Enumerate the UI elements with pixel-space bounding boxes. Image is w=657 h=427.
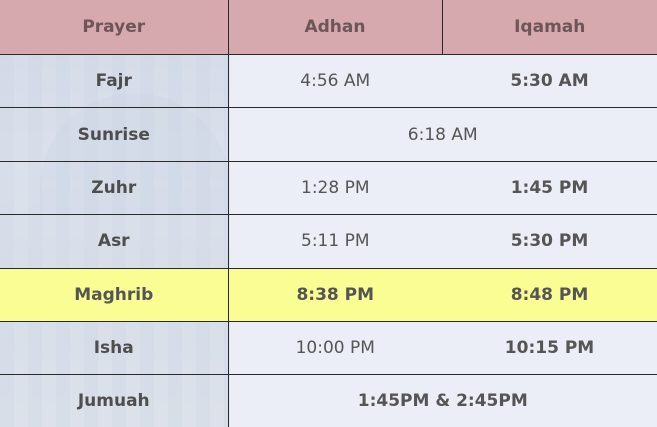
header-iqamah: Iqamah	[442, 0, 657, 55]
adhan-time: 5:11 PM	[228, 214, 442, 269]
prayer-name: Fajr	[0, 54, 229, 109]
row-sunrise: Sunrise 6:18 AM	[0, 107, 657, 162]
prayer-name: Zuhr	[0, 161, 229, 216]
row-jumuah: Jumuah 1:45PM & 2:45PM	[0, 374, 657, 427]
adhan-time: 10:00 PM	[228, 321, 442, 376]
adhan-time: 8:38 PM	[228, 268, 442, 322]
prayer-name: Maghrib	[0, 268, 229, 322]
row-asr: Asr 5:11 PM 5:30 PM	[0, 214, 657, 269]
adhan-time: 1:28 PM	[228, 161, 442, 216]
iqamah-time: 5:30 PM	[442, 214, 657, 269]
row-maghrib-highlighted: Maghrib 8:38 PM 8:48 PM	[0, 268, 657, 322]
header-adhan: Adhan	[228, 0, 443, 55]
iqamah-time: 5:30 AM	[442, 54, 657, 109]
row-zuhr: Zuhr 1:28 PM 1:45 PM	[0, 161, 657, 216]
header-prayer: Prayer	[0, 0, 229, 55]
prayer-times-table: Prayer Adhan Iqamah Fajr 4:56 AM 5:30 AM…	[0, 0, 657, 427]
prayer-name: Isha	[0, 321, 229, 376]
iqamah-time: 10:15 PM	[442, 321, 657, 376]
row-isha: Isha 10:00 PM 10:15 PM	[0, 321, 657, 376]
sunrise-time: 6:18 AM	[228, 107, 657, 162]
prayer-name: Asr	[0, 214, 229, 269]
adhan-time: 4:56 AM	[228, 54, 442, 109]
prayer-name: Sunrise	[0, 107, 229, 162]
header-row: Prayer Adhan Iqamah	[0, 0, 657, 55]
iqamah-time: 1:45 PM	[442, 161, 657, 216]
row-fajr: Fajr 4:56 AM 5:30 AM	[0, 54, 657, 109]
jumuah-time: 1:45PM & 2:45PM	[228, 374, 657, 427]
prayer-name: Jumuah	[0, 374, 229, 427]
iqamah-time: 8:48 PM	[442, 268, 657, 322]
